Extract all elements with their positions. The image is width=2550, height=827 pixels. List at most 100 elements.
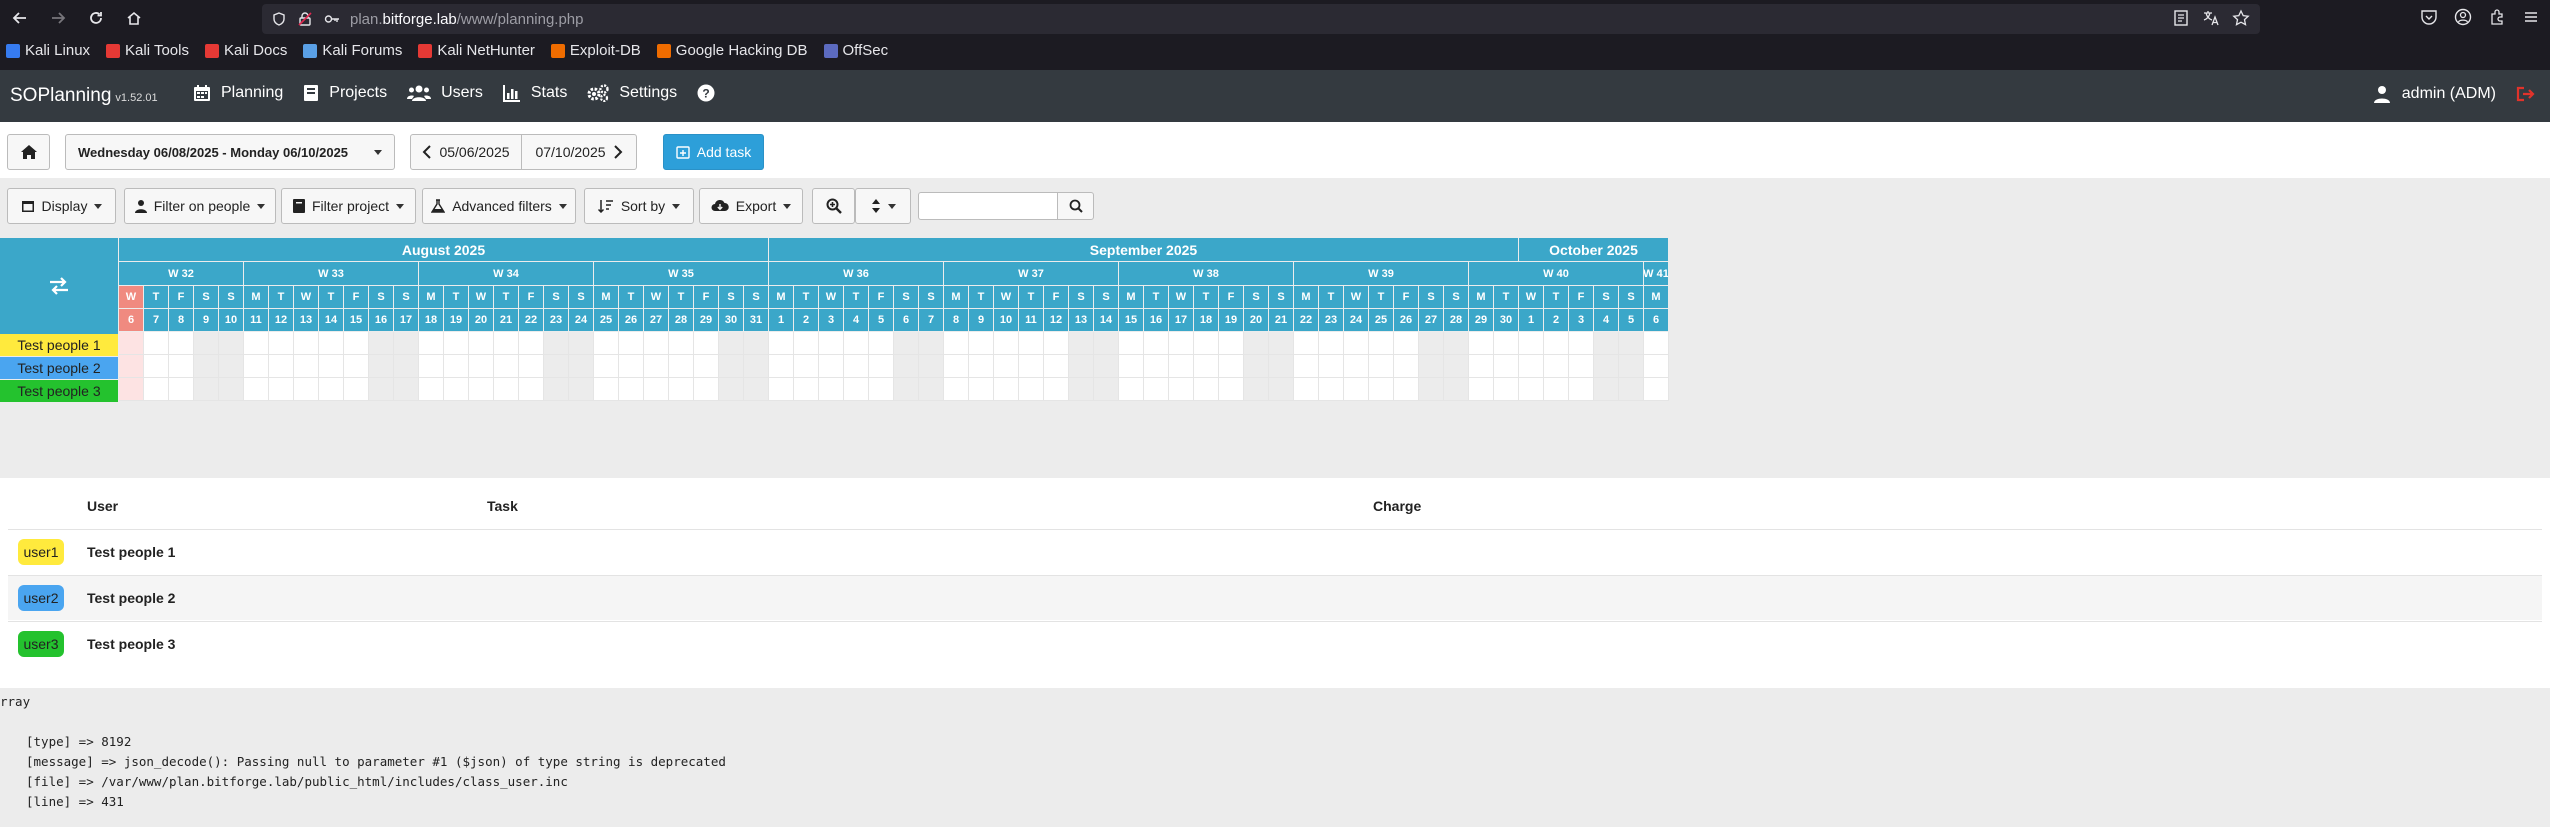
planning-cell[interactable] [1319, 355, 1344, 378]
planning-cell[interactable] [744, 378, 769, 401]
planning-cell[interactable] [594, 378, 619, 401]
help-button[interactable]: ? [697, 84, 715, 102]
planning-cell[interactable] [1244, 378, 1269, 401]
planning-cell[interactable] [819, 332, 844, 355]
home-view-button[interactable] [7, 134, 50, 170]
planning-cell[interactable] [244, 355, 269, 378]
planning-cell[interactable] [869, 355, 894, 378]
planning-cell[interactable] [269, 378, 294, 401]
bookmark-item[interactable]: Exploit-DB [550, 42, 641, 59]
planning-cell[interactable] [569, 332, 594, 355]
filter-project-dropdown[interactable]: Filter project [281, 188, 416, 224]
planning-cell[interactable] [1169, 355, 1194, 378]
planning-cell[interactable] [1569, 355, 1594, 378]
planning-cell[interactable] [519, 355, 544, 378]
planning-cell[interactable] [469, 355, 494, 378]
planning-cell[interactable] [1444, 378, 1469, 401]
planning-cell[interactable] [1144, 332, 1169, 355]
planning-cell[interactable] [994, 355, 1019, 378]
planning-cell[interactable] [1469, 355, 1494, 378]
planning-cell[interactable] [1344, 332, 1369, 355]
planning-cell[interactable] [594, 332, 619, 355]
reload-button[interactable] [84, 6, 108, 30]
planning-cell[interactable] [1519, 378, 1544, 401]
planning-cell[interactable] [294, 378, 319, 401]
bookmark-item[interactable]: Kali Docs [204, 42, 287, 59]
planning-cell[interactable] [1494, 355, 1519, 378]
planning-cell[interactable] [194, 355, 219, 378]
planning-cell[interactable] [1419, 355, 1444, 378]
planning-cell[interactable] [144, 355, 169, 378]
bookmark-item[interactable]: Google Hacking DB [656, 42, 808, 59]
planning-cell[interactable] [1019, 355, 1044, 378]
planning-cell[interactable] [194, 332, 219, 355]
planning-cell[interactable] [244, 378, 269, 401]
planning-cell[interactable] [1419, 332, 1444, 355]
planning-cell[interactable] [1319, 378, 1344, 401]
planning-cell[interactable] [369, 378, 394, 401]
bookmark-item[interactable]: Kali Linux [6, 42, 90, 59]
planning-cell[interactable] [1594, 355, 1619, 378]
table-row[interactable]: user3 Test people 3 [8, 621, 2542, 666]
planning-cell[interactable] [569, 378, 594, 401]
planning-cell[interactable] [1094, 355, 1119, 378]
swap-view-button[interactable] [0, 238, 118, 334]
planning-cell[interactable] [319, 355, 344, 378]
person-row-label[interactable]: Test people 3 [0, 380, 118, 402]
planning-cell[interactable] [1419, 378, 1444, 401]
planning-cell[interactable] [1244, 332, 1269, 355]
planning-cell[interactable] [619, 378, 644, 401]
planning-cell[interactable] [1494, 332, 1519, 355]
planning-cell[interactable] [144, 378, 169, 401]
hamburger-menu-icon[interactable] [2522, 8, 2540, 26]
planning-cell[interactable] [1394, 355, 1419, 378]
planning-cell[interactable] [794, 332, 819, 355]
logout-icon[interactable] [2516, 85, 2536, 103]
planning-cell[interactable] [644, 355, 669, 378]
sort-by-dropdown[interactable]: Sort by [584, 188, 694, 224]
planning-cell[interactable] [844, 378, 869, 401]
planning-cell[interactable] [1569, 332, 1594, 355]
planning-cell[interactable] [1094, 378, 1119, 401]
planning-cell[interactable] [769, 378, 794, 401]
translate-icon[interactable] [2202, 9, 2220, 27]
table-row[interactable]: user1 Test people 1 [8, 529, 2542, 574]
planning-cell[interactable] [719, 378, 744, 401]
planning-cell[interactable] [869, 378, 894, 401]
planning-cell[interactable] [1469, 378, 1494, 401]
planning-cell[interactable] [294, 332, 319, 355]
planning-cell[interactable] [119, 378, 144, 401]
search-button[interactable] [1057, 192, 1094, 220]
planning-cell[interactable] [469, 378, 494, 401]
home-button[interactable] [122, 6, 146, 30]
planning-cell[interactable] [519, 378, 544, 401]
planning-cell[interactable] [1019, 378, 1044, 401]
planning-cell[interactable] [1619, 355, 1644, 378]
bookmark-item[interactable]: OffSec [823, 42, 888, 59]
planning-cell[interactable] [1194, 378, 1219, 401]
bookmark-item[interactable]: Kali NetHunter [418, 42, 535, 59]
advanced-filters-dropdown[interactable]: Advanced filters [422, 188, 576, 224]
planning-cell[interactable] [494, 378, 519, 401]
planning-cell[interactable] [169, 332, 194, 355]
planning-cell[interactable] [1044, 378, 1069, 401]
planning-cell[interactable] [744, 332, 769, 355]
planning-cell[interactable] [319, 378, 344, 401]
planning-cell[interactable] [944, 332, 969, 355]
planning-cell[interactable] [744, 355, 769, 378]
planning-cell[interactable] [1619, 378, 1644, 401]
planning-cell[interactable] [669, 378, 694, 401]
export-dropdown[interactable]: Export [699, 188, 803, 224]
planning-cell[interactable] [1219, 332, 1244, 355]
url-text[interactable]: plan.bitforge.lab/www/planning.php [350, 11, 584, 28]
user-menu[interactable]: admin (ADM) [2373, 85, 2536, 103]
planning-cell[interactable] [794, 355, 819, 378]
planning-cell[interactable] [869, 332, 894, 355]
planning-cell[interactable] [819, 378, 844, 401]
planning-cell[interactable] [1294, 378, 1319, 401]
back-button[interactable] [8, 6, 32, 30]
reader-view-icon[interactable] [2172, 9, 2190, 27]
planning-cell[interactable] [419, 355, 444, 378]
planning-cell[interactable] [1644, 378, 1669, 401]
planning-cell[interactable] [969, 332, 994, 355]
